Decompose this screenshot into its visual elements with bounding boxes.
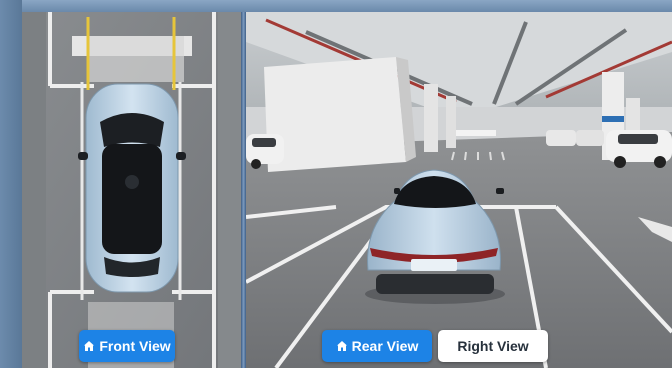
right-view-label: Right View (457, 338, 529, 354)
rear-view-label: Rear View (351, 338, 419, 354)
car-top-view (78, 83, 186, 293)
pillar (446, 96, 456, 148)
rear-view-button[interactable]: Rear View (322, 330, 432, 362)
front-view-button[interactable]: Front View (79, 330, 175, 362)
window-frame-top (0, 0, 672, 12)
rear-camera-view (246, 12, 672, 368)
top-down-parking-scene (22, 12, 241, 368)
front-camera-view (22, 12, 241, 368)
rear-parking-garage-scene (246, 12, 672, 368)
pillar (424, 84, 438, 152)
home-icon (83, 340, 95, 352)
home-icon (336, 340, 348, 352)
window-frame-left (0, 0, 22, 368)
right-view-button[interactable]: Right View (438, 330, 548, 362)
front-view-label: Front View (99, 338, 171, 354)
